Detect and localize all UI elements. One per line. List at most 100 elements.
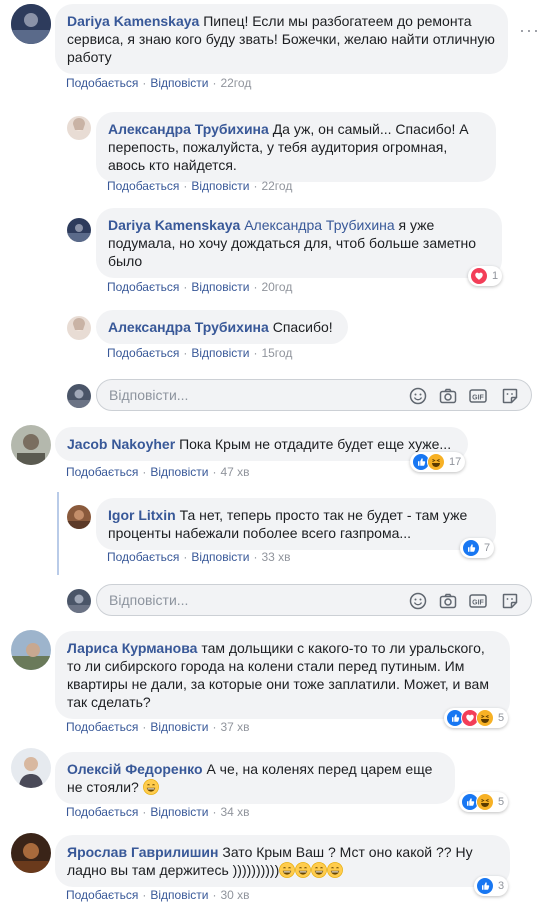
- reaction-count: 7: [484, 542, 491, 554]
- grinning-emoji-icon: [279, 862, 295, 878]
- reply-placeholder: Відповісти...: [109, 592, 189, 608]
- reaction-summary[interactable]: 17: [410, 452, 466, 472]
- reply-link[interactable]: Відповісти: [191, 550, 249, 564]
- reply-link[interactable]: Відповісти: [191, 280, 249, 294]
- sticker-icon[interactable]: [501, 592, 519, 610]
- reaction-summary[interactable]: 5: [459, 792, 509, 812]
- like-link[interactable]: Подобається: [66, 720, 138, 734]
- avatar[interactable]: [67, 218, 91, 242]
- reply-bubble: Igor Litxin Та нет, теперь просто так не…: [96, 498, 496, 550]
- mention-link[interactable]: Александра Трубихина: [244, 217, 394, 233]
- like-reaction-icon: [462, 539, 480, 557]
- commenter-name[interactable]: Dariya Kamenskaya: [67, 13, 199, 29]
- avatar[interactable]: [67, 505, 91, 529]
- commenter-name[interactable]: Ярослав Гаврилишин: [67, 844, 218, 860]
- commenter-name[interactable]: Jacob Nakoyher: [67, 436, 175, 452]
- love-icon: [470, 267, 488, 285]
- like-link[interactable]: Подобається: [66, 888, 138, 902]
- comment-time[interactable]: 30 хв: [220, 888, 249, 902]
- avatar[interactable]: [11, 4, 51, 44]
- reply-link[interactable]: Відповісти: [150, 888, 208, 902]
- reaction-summary[interactable]: 7: [460, 538, 495, 558]
- reaction-summary[interactable]: 1: [468, 266, 503, 286]
- reply-link[interactable]: Відповісти: [191, 179, 249, 193]
- comment-bubble: Олексій Федоренко А че, на коленях перед…: [55, 752, 455, 804]
- reply-bubble: Dariya Kamenskaya Александра Трубихина я…: [96, 208, 502, 278]
- comment-bubble: Jacob Nakoyher Пока Крым не отдадите буд…: [55, 427, 468, 461]
- reaction-count: 5: [498, 712, 505, 724]
- comment-time[interactable]: 47 хв: [220, 465, 249, 479]
- reaction-count: 17: [449, 456, 462, 468]
- reaction-summary[interactable]: 5: [444, 708, 509, 728]
- haha-reaction-icon: [427, 453, 445, 471]
- gif-icon[interactable]: [469, 387, 487, 405]
- reply-bubble: Александра Трубихина Спасибо!: [96, 310, 348, 344]
- comment-actions: Подобається · Відповісти · 37 хв: [66, 720, 250, 734]
- current-user-avatar: [67, 384, 91, 408]
- comment-bubble: Dariya Kamenskaya Пипец! Если мы разбога…: [55, 4, 508, 74]
- reaction-count: 1: [492, 270, 499, 282]
- comment-actions: Подобається · Відповісти · 33 хв: [107, 550, 291, 564]
- reply-input[interactable]: Відповісти...: [96, 584, 532, 616]
- comment-time[interactable]: 22год: [261, 179, 292, 193]
- comment-actions: Подобається · Відповісти · 22год: [107, 179, 293, 193]
- commenter-name[interactable]: Александра Трубихина: [108, 121, 269, 137]
- avatar[interactable]: [67, 116, 91, 140]
- comment-actions: Подобається · Відповісти · 34 хв: [66, 805, 250, 819]
- reaction-summary[interactable]: 3: [474, 876, 509, 896]
- gif-icon[interactable]: [469, 592, 487, 610]
- comment-actions: Подобається · Відповісти · 20год: [107, 280, 293, 294]
- avatar[interactable]: [67, 316, 91, 340]
- grinning-emoji-icon: [295, 862, 311, 878]
- reply-placeholder: Відповісти...: [109, 387, 189, 403]
- avatar[interactable]: [11, 748, 51, 788]
- like-reaction-icon: [476, 877, 494, 895]
- comment-time[interactable]: 22год: [220, 76, 251, 90]
- commenter-name[interactable]: Олексій Федоренко: [67, 761, 203, 777]
- reply-input[interactable]: Відповісти...: [96, 379, 532, 411]
- comment-time[interactable]: 37 хв: [220, 720, 249, 734]
- commenter-name[interactable]: Александра Трубихина: [108, 319, 269, 335]
- avatar[interactable]: [11, 833, 51, 873]
- reaction-count: 5: [498, 796, 505, 808]
- haha-reaction-icon: [476, 793, 494, 811]
- grinning-emoji-icon: [327, 862, 343, 878]
- comment-time[interactable]: 15год: [261, 346, 292, 360]
- like-link[interactable]: Подобається: [107, 280, 179, 294]
- reply-link[interactable]: Відповісти: [150, 76, 208, 90]
- reply-link[interactable]: Відповісти: [150, 805, 208, 819]
- current-user-avatar: [67, 589, 91, 613]
- commenter-name[interactable]: Dariya Kamenskaya: [108, 217, 240, 233]
- like-link[interactable]: Подобається: [107, 346, 179, 360]
- commenter-name[interactable]: Лариса Курманова: [67, 640, 197, 656]
- reaction-count: 3: [498, 880, 505, 892]
- like-link[interactable]: Подобається: [66, 805, 138, 819]
- like-link[interactable]: Подобається: [66, 76, 138, 90]
- sticker-icon[interactable]: [501, 387, 519, 405]
- comment-text: Пока Крым не отдадите будет еще хуже...: [179, 436, 452, 452]
- commenter-name[interactable]: Igor Litxin: [108, 507, 176, 523]
- comment-bubble: Ярослав Гаврилишин Зато Крым Ваш ? Мст о…: [55, 835, 510, 887]
- reply-link[interactable]: Відповісти: [191, 346, 249, 360]
- avatar[interactable]: [11, 425, 51, 465]
- like-link[interactable]: Подобається: [66, 465, 138, 479]
- emoji-icon[interactable]: [409, 592, 427, 610]
- comment-actions: Подобається · Відповісти · 22год: [66, 76, 252, 90]
- avatar[interactable]: [11, 630, 51, 670]
- comment-time[interactable]: 20год: [261, 280, 292, 294]
- comment-actions: Подобається · Відповісти · 30 хв: [66, 888, 250, 902]
- comment-time[interactable]: 34 хв: [220, 805, 249, 819]
- comment-actions: Подобається · Відповісти · 15год: [107, 346, 293, 360]
- like-link[interactable]: Подобається: [107, 550, 179, 564]
- camera-icon[interactable]: [439, 387, 457, 405]
- reply-link[interactable]: Відповісти: [150, 465, 208, 479]
- grinning-emoji-icon: [143, 779, 159, 795]
- comment-text: Спасибо!: [272, 319, 333, 335]
- camera-icon[interactable]: [439, 592, 457, 610]
- emoji-icon[interactable]: [409, 387, 427, 405]
- reply-bubble: Александра Трубихина Да уж, он самый... …: [96, 112, 496, 182]
- like-link[interactable]: Подобається: [107, 179, 179, 193]
- more-options-icon[interactable]: ···: [519, 20, 540, 41]
- comment-time[interactable]: 33 хв: [261, 550, 290, 564]
- reply-link[interactable]: Відповісти: [150, 720, 208, 734]
